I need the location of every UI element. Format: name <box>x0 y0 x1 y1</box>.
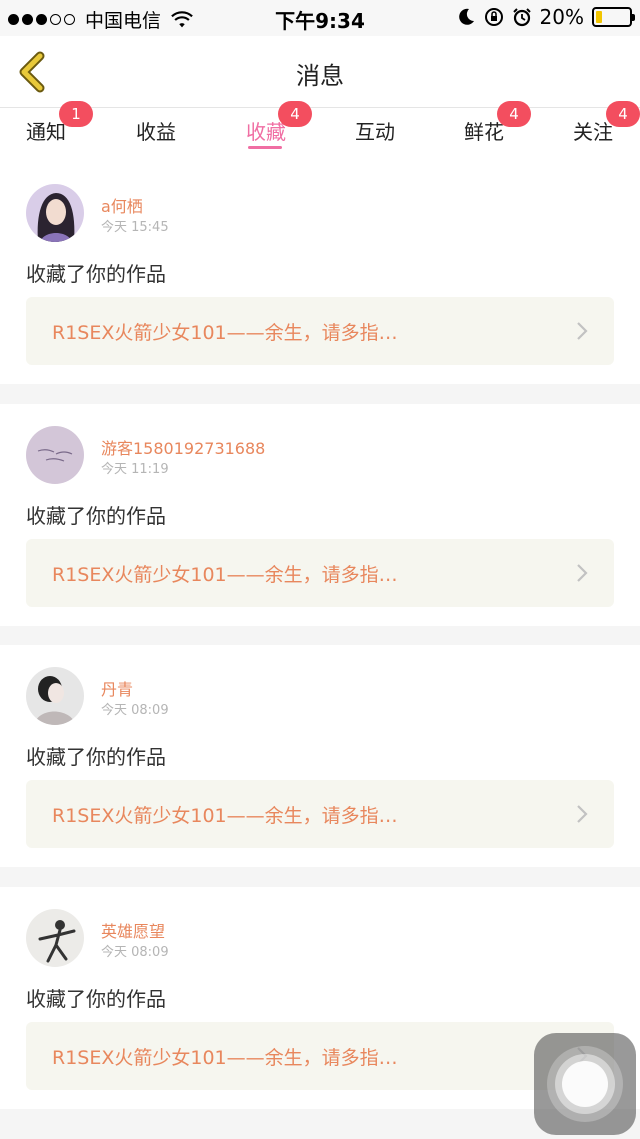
avatar[interactable] <box>26 184 84 242</box>
battery-percent: 20% <box>539 5 584 29</box>
chevron-right-icon <box>577 322 588 340</box>
user-name[interactable]: 丹青 <box>101 676 133 700</box>
tab-follows-badge: 4 <box>606 101 640 127</box>
active-tab-indicator <box>248 146 282 149</box>
alarm-icon <box>512 8 531 27</box>
battery-level <box>596 11 603 23</box>
tab-notifications-badge: 1 <box>59 101 93 127</box>
list-item: a何栖 今天 15:45 收藏了你的作品 R1SEX火箭少女101——余生，请多… <box>0 162 640 384</box>
user-name[interactable]: 英雄愿望 <box>101 918 165 942</box>
timestamp: 今天 11:19 <box>101 462 169 477</box>
work-title: R1SEX火箭少女101——余生，请多指… <box>52 1047 398 1069</box>
nav-bar: 消息 <box>0 36 640 108</box>
work-link[interactable]: R1SEX火箭少女101——余生，请多指… <box>26 780 614 848</box>
work-title: R1SEX火箭少女101——余生，请多指… <box>52 805 398 827</box>
user-name[interactable]: a何栖 <box>101 193 143 217</box>
page-title: 消息 <box>296 62 344 90</box>
avatar[interactable] <box>26 667 84 725</box>
work-link[interactable]: R1SEX火箭少女101——余生，请多指… <box>26 297 614 365</box>
tab-interactions[interactable]: 互动 <box>355 116 395 145</box>
work-link[interactable]: R1SEX火箭少女101——余生，请多指… <box>26 539 614 607</box>
assistive-touch-button[interactable] <box>534 1033 636 1135</box>
action-text: 收藏了你的作品 <box>26 987 166 1011</box>
timestamp: 今天 08:09 <box>101 703 169 718</box>
battery-icon <box>592 7 635 27</box>
action-text: 收藏了你的作品 <box>26 504 166 528</box>
tab-bar: 通知 1 收益 收藏 4 互动 鲜花 4 关注 4 <box>0 101 640 162</box>
action-text: 收藏了你的作品 <box>26 745 166 769</box>
timestamp: 今天 15:45 <box>101 220 169 235</box>
status-bar: 中国电信 下午9:34 20% <box>0 0 640 36</box>
work-title: R1SEX火箭少女101——余生，请多指… <box>52 322 398 344</box>
action-text: 收藏了你的作品 <box>26 262 166 286</box>
timestamp: 今天 08:09 <box>101 945 169 960</box>
status-right: 20% <box>456 5 635 29</box>
avatar[interactable] <box>26 426 84 484</box>
work-title: R1SEX火箭少女101——余生，请多指… <box>52 564 398 586</box>
tab-favorites-badge: 4 <box>278 101 312 127</box>
tab-earnings[interactable]: 收益 <box>136 116 176 145</box>
tab-flowers-badge: 4 <box>497 101 531 127</box>
chevron-right-icon <box>577 564 588 582</box>
avatar[interactable] <box>26 909 84 967</box>
rotation-lock-icon <box>484 8 503 26</box>
user-name[interactable]: 游客1580192731688 <box>101 435 265 459</box>
chevron-right-icon <box>577 805 588 823</box>
moon-icon <box>458 8 474 25</box>
list-item: 丹青 今天 08:09 收藏了你的作品 R1SEX火箭少女101——余生，请多指… <box>0 645 640 867</box>
work-link[interactable]: R1SEX火箭少女101——余生，请多指… <box>26 1022 614 1090</box>
assistive-touch-center <box>562 1061 608 1107</box>
list-item: 游客1580192731688 今天 11:19 收藏了你的作品 R1SEX火箭… <box>0 404 640 626</box>
